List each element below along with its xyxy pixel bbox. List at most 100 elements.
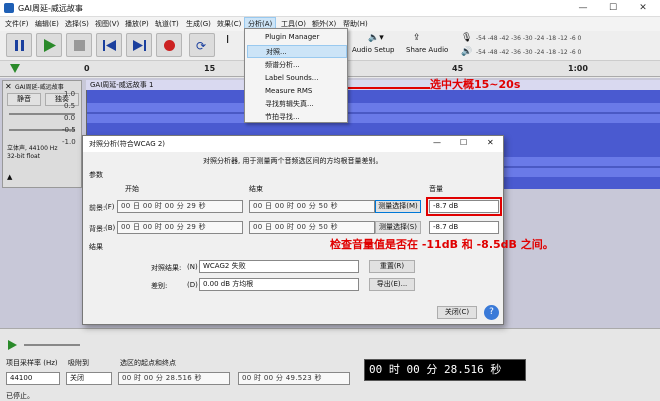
stop-button[interactable]	[66, 33, 92, 57]
db-label: 0.0	[64, 114, 76, 122]
analyze-menu: Plugin Manager 对照... 频谱分析... Label Sound…	[244, 28, 348, 123]
annotation-select-range: 选中大概15~20s	[430, 78, 521, 91]
bg-key: (B)	[105, 224, 116, 232]
measure-fg-button[interactable]: 测量选择(M)	[375, 200, 421, 213]
annotation-line	[340, 87, 430, 89]
audio-setup-button[interactable]: Audio Setup	[352, 46, 395, 54]
export-button[interactable]: 导出(E)...	[369, 278, 415, 291]
volume-label: 音量	[429, 185, 443, 193]
status-text: 已停止。	[6, 392, 34, 400]
play-at-speed-icon	[8, 340, 17, 350]
menu-spectrum[interactable]: 频谱分析...	[247, 59, 347, 72]
share-audio-button[interactable]: Share Audio	[406, 46, 448, 54]
share-icon: ⇪	[413, 33, 421, 43]
maximize-button[interactable]: ☐	[598, 0, 628, 17]
menu-tracks[interactable]: 轨道(T)	[152, 18, 182, 30]
menu-view[interactable]: 视图(V)	[92, 18, 122, 30]
fg-volume-highlight	[426, 197, 502, 216]
minimize-button[interactable]: —	[568, 0, 598, 17]
bg-volume-field[interactable]: -8.7 dB	[429, 221, 499, 234]
fg-start-time[interactable]: 00 日 00 时 00 分 29 秒	[117, 200, 243, 213]
skip-end-icon	[133, 40, 146, 51]
diff-field[interactable]: 0.00 dB 方均根	[199, 278, 359, 291]
project-rate-label: 项目采样率 (Hz)	[6, 359, 58, 367]
diff-label: 差别:	[151, 282, 168, 290]
end-label: 结束	[249, 185, 263, 193]
loop-button[interactable]: ⟳	[189, 33, 215, 57]
skip-start-button[interactable]	[96, 33, 122, 57]
speaker-icon: 🔊	[461, 47, 473, 57]
ruler-tick: 15	[204, 64, 216, 73]
contrast-dialog: 对照分析(符合WCAG 2) — ☐ ✕ 对照分析器, 用于测量两个音频选区间的…	[82, 135, 504, 325]
menu-edit[interactable]: 编辑(E)	[32, 18, 62, 30]
dialog-minimize-icon[interactable]: —	[433, 138, 441, 147]
dialog-close-icon[interactable]: ✕	[487, 138, 494, 147]
menu-measure-rms[interactable]: Measure RMS	[247, 85, 347, 98]
track-collapse-icon[interactable]: ▲	[7, 173, 12, 181]
menu-file[interactable]: 文件(F)	[2, 18, 32, 30]
track-close-icon[interactable]: ✕	[5, 82, 12, 91]
menu-beat-finder[interactable]: 节拍寻找...	[247, 111, 347, 124]
record-meter[interactable]: -54 -48 -42 -36 -30 -24 -18 -12 -6 0	[476, 35, 581, 42]
menu-effect[interactable]: 效果(C)	[214, 18, 244, 30]
result-label: 对照结果:	[151, 264, 182, 272]
db-label: 0.5	[64, 102, 76, 110]
close-button[interactable]: ✕	[628, 0, 658, 17]
menu-generate[interactable]: 生成(G)	[183, 18, 214, 30]
selection-end-time[interactable]: 00 时 00 分 49.523 秒	[238, 372, 350, 385]
result-key: (N)	[187, 263, 198, 271]
results-label: 结果	[89, 243, 103, 251]
skip-end-button[interactable]	[126, 33, 152, 57]
menu-contrast[interactable]: 对照...	[247, 45, 347, 58]
pause-button[interactable]	[6, 33, 32, 57]
db-label: 1.0	[64, 90, 76, 98]
bg-label: 背景:	[89, 225, 106, 233]
reset-button[interactable]: 重置(R)	[369, 260, 415, 273]
fg-end-time[interactable]: 00 日 00 时 00 分 50 秒	[249, 200, 375, 213]
menu-plugin-manager[interactable]: Plugin Manager	[247, 31, 347, 44]
menu-play[interactable]: 播放(P)	[122, 18, 152, 30]
annotation-check-volume: 检查音量值是否在 -11dB 和 -8.5dB 之间。	[330, 238, 554, 251]
selection-label: 选区的起点和终点	[120, 359, 176, 367]
result-field[interactable]: WCAG2 失败	[199, 260, 359, 273]
start-label: 开始	[125, 185, 139, 193]
play-speed-slider[interactable]	[24, 344, 80, 346]
dialog-maximize-icon[interactable]: ☐	[460, 138, 467, 147]
menu-label-sounds[interactable]: Label Sounds...	[247, 72, 347, 85]
bg-end-time[interactable]: 00 日 00 时 00 分 50 秒	[249, 221, 375, 234]
loop-icon: ⟳	[196, 39, 207, 53]
dialog-title: 对照分析(符合WCAG 2)	[89, 140, 166, 148]
params-label: 参数	[89, 171, 103, 179]
selection-start-time[interactable]: 00 时 00 分 28.516 秒	[118, 372, 230, 385]
ruler-tick: 0	[84, 64, 90, 73]
mute-button[interactable]: 静音	[7, 93, 41, 106]
selection-toolbar: 项目采样率 (Hz) 吸附到 44100 关闭 选区的起点和终点 00 时 00…	[0, 328, 660, 401]
menu-select[interactable]: 选择(S)	[62, 18, 92, 30]
app-icon	[4, 3, 14, 13]
track-name[interactable]: GAI周延-威远故事	[15, 82, 64, 91]
title-bar: GAI周延-威远故事 — ☐ ✕	[0, 0, 660, 17]
bg-start-time[interactable]: 00 日 00 时 00 分 29 秒	[117, 221, 243, 234]
snap-to-label: 吸附到	[68, 359, 89, 367]
skip-start-icon	[103, 40, 116, 51]
playhead-icon	[10, 64, 20, 73]
db-label: -0.5	[62, 126, 76, 134]
record-button[interactable]	[156, 33, 182, 57]
measure-bg-button[interactable]: 测量选择(S)	[375, 221, 421, 234]
db-label: -1.0	[62, 138, 76, 146]
audio-position-display[interactable]: 00 时 00 分 28.516 秒	[364, 359, 526, 381]
fg-label: 前景:	[89, 204, 106, 212]
fg-key: (F)	[105, 203, 115, 211]
snap-to-select[interactable]: 关闭	[66, 372, 112, 385]
dialog-description: 对照分析器, 用于测量两个音频选区间的方均根音量差别。	[203, 157, 383, 165]
help-icon[interactable]: ?	[484, 305, 499, 320]
play-button[interactable]	[36, 33, 62, 57]
select-tool-icon[interactable]: I	[226, 33, 229, 46]
ruler-tick: 1:00	[568, 64, 588, 73]
playback-meter[interactable]: -54 -48 -42 -36 -30 -24 -18 -12 -6 0	[476, 49, 581, 56]
project-rate-select[interactable]: 44100	[6, 372, 60, 385]
diff-key: (D)	[187, 281, 198, 289]
ruler-tick: 45	[452, 64, 464, 73]
menu-find-clipping[interactable]: 寻找剪辑失真...	[247, 98, 347, 111]
dialog-close-button[interactable]: 关闭(C)	[437, 306, 477, 319]
